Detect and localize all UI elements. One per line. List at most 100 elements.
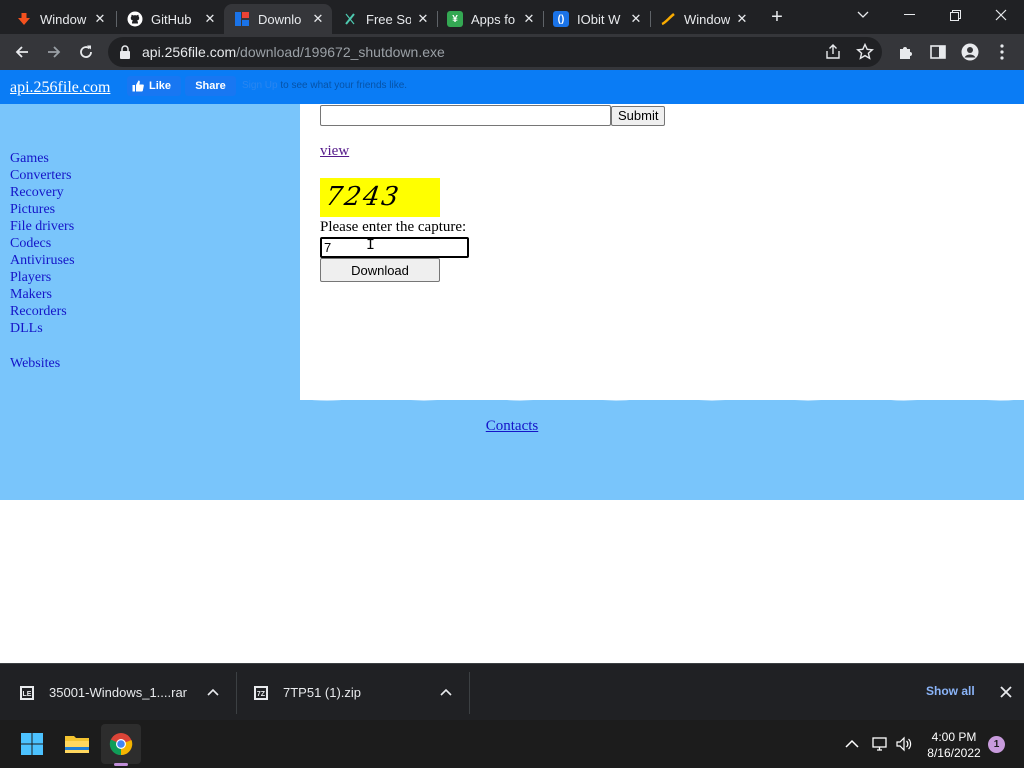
category-link-recorders[interactable]: Recorders — [10, 303, 75, 320]
chrome-icon[interactable] — [101, 724, 141, 764]
download-form-area: Submit view 7243 Please enter the captur… — [300, 104, 1024, 400]
chevron-up-icon[interactable] — [205, 684, 221, 700]
search-input[interactable] — [320, 105, 611, 126]
url-text[interactable]: api.256file.com/download/199672_shutdown… — [142, 44, 445, 60]
text-cursor-icon: I — [366, 237, 376, 254]
restore-icon[interactable] — [932, 0, 978, 30]
zip-file-icon: 7Z — [254, 685, 268, 700]
active-app-indicator — [114, 763, 128, 766]
category-link-websites[interactable]: Websites — [10, 355, 75, 372]
tab-7[interactable]: Window ✕ — [650, 4, 756, 34]
category-link-games[interactable]: Games — [10, 150, 75, 167]
forward-arrow-icon[interactable] — [40, 38, 68, 66]
tab-5[interactable]: ¥ Apps fo ✕ — [437, 4, 543, 34]
category-link-antiviruses[interactable]: Antiviruses — [10, 252, 75, 269]
captcha-code: 7243 — [323, 182, 403, 212]
close-tab-icon[interactable]: ✕ — [734, 11, 750, 27]
download-button[interactable]: Download — [320, 258, 440, 282]
browser-toolbar: api.256file.com/download/199672_shutdown… — [0, 34, 1024, 70]
tab-3-active[interactable]: Downlo ✕ — [224, 4, 332, 34]
site-home-link[interactable]: api.256file.com — [10, 79, 110, 97]
close-shelf-icon[interactable] — [998, 684, 1014, 700]
close-tab-icon[interactable]: ✕ — [92, 11, 108, 27]
category-link-pictures[interactable]: Pictures — [10, 201, 75, 218]
fb-like-button[interactable]: Like — [127, 76, 181, 96]
profile-avatar-icon[interactable] — [960, 42, 980, 62]
tab-4[interactable]: Free So ✕ — [332, 4, 437, 34]
window-brush-icon — [660, 11, 676, 27]
category-link-file-drivers[interactable]: File drivers — [10, 218, 75, 235]
chevron-up-icon[interactable] — [438, 684, 454, 700]
notification-badge[interactable]: 1 — [988, 736, 1005, 753]
taskbar-clock[interactable]: 4:00 PM 8/16/2022 — [918, 729, 990, 761]
category-link-makers[interactable]: Makers — [10, 286, 75, 303]
download-filename: 7TP51 (1).zip — [283, 685, 362, 700]
tab-search-icon[interactable] — [840, 0, 886, 30]
downloads-site-icon — [234, 11, 250, 27]
category-link-players[interactable]: Players — [10, 269, 75, 286]
contacts-container: Contacts — [0, 418, 1024, 435]
lock-icon[interactable] — [119, 45, 131, 64]
category-link-converters[interactable]: Converters — [10, 167, 75, 184]
submit-button[interactable]: Submit — [611, 106, 666, 126]
close-tab-icon[interactable]: ✕ — [415, 11, 431, 27]
url-host: api.256file.com — [142, 44, 237, 60]
fb-like-label: Like — [149, 80, 172, 92]
close-window-icon[interactable] — [978, 0, 1024, 30]
tab-title: Downlo — [258, 11, 302, 27]
fb-share-label: Share — [195, 80, 226, 92]
reload-icon[interactable] — [72, 38, 100, 66]
new-tab-icon[interactable]: + — [766, 6, 788, 28]
url-path: /download/199672_shutdown.exe — [236, 44, 445, 60]
close-tab-icon[interactable]: ✕ — [310, 11, 326, 27]
fb-share-button[interactable]: Share — [185, 76, 236, 96]
tab-title: GitHub — [151, 11, 192, 27]
show-all-link[interactable]: Show all — [926, 684, 975, 698]
menu-kebab-icon[interactable] — [992, 42, 1012, 62]
minimize-icon[interactable] — [886, 0, 932, 30]
tab-6[interactable]: () IObit W ✕ — [543, 4, 650, 34]
category-link-dlls[interactable]: DLLs — [10, 320, 75, 337]
windows-start-icon[interactable] — [12, 724, 52, 764]
content-edge-decoration — [300, 396, 1024, 401]
extensions-puzzle-icon[interactable] — [896, 42, 916, 62]
category-spacer — [10, 337, 75, 355]
download-item-2[interactable]: 7Z 7TP51 (1).zip — [253, 664, 433, 721]
shelf-divider — [236, 672, 237, 714]
network-icon[interactable] — [872, 736, 888, 752]
file-explorer-icon[interactable] — [57, 724, 97, 764]
download-shelf: LE 35001-Windows_1....rar 7Z 7TP51 (1).z… — [0, 663, 1024, 720]
tray-chevron-up-icon[interactable] — [844, 736, 860, 752]
tab-1[interactable]: Window ✕ — [6, 4, 114, 34]
close-tab-icon[interactable]: ✕ — [202, 11, 218, 27]
contacts-link[interactable]: Contacts — [486, 418, 539, 434]
tab-strip: Window ✕ GitHub ✕ Downlo ✕ Free So ✕ ¥ A… — [0, 0, 1024, 34]
volume-icon[interactable] — [896, 736, 912, 752]
share-icon[interactable] — [824, 43, 842, 66]
thumbs-up-icon — [132, 80, 144, 92]
svg-text:7Z: 7Z — [257, 691, 266, 698]
tab-title: Free So — [366, 11, 411, 27]
category-link-codecs[interactable]: Codecs — [10, 235, 75, 252]
close-tab-icon[interactable]: ✕ — [521, 11, 537, 27]
address-bar[interactable]: api.256file.com/download/199672_shutdown… — [108, 37, 882, 67]
fb-signup-link[interactable]: Sign Up — [242, 80, 278, 91]
site-top-bar: api.256file.com Like Share Sign Up to se… — [0, 70, 1024, 104]
back-arrow-icon[interactable] — [8, 38, 36, 66]
capture-input[interactable]: 7 — [320, 237, 469, 258]
tab-title: IObit W — [577, 11, 621, 27]
fb-social-text: Sign Up to see what your friends like. — [242, 80, 407, 91]
clock-date: 8/16/2022 — [927, 746, 981, 760]
tab-2[interactable]: GitHub ✕ — [117, 4, 224, 34]
tab-title: Window — [40, 11, 87, 27]
view-link[interactable]: view — [320, 143, 349, 160]
bookmark-star-icon[interactable] — [856, 42, 874, 66]
shelf-divider — [469, 672, 470, 714]
download-item-1[interactable]: LE 35001-Windows_1....rar — [19, 664, 229, 721]
web-page: api.256file.com Like Share Sign Up to se… — [0, 70, 1024, 663]
category-link-recovery[interactable]: Recovery — [10, 184, 75, 201]
close-tab-icon[interactable]: ✕ — [628, 11, 644, 27]
side-panel-icon[interactable] — [928, 42, 948, 62]
freesoft-icon — [342, 11, 358, 27]
download-filename: 35001-Windows_1....rar — [49, 685, 188, 700]
